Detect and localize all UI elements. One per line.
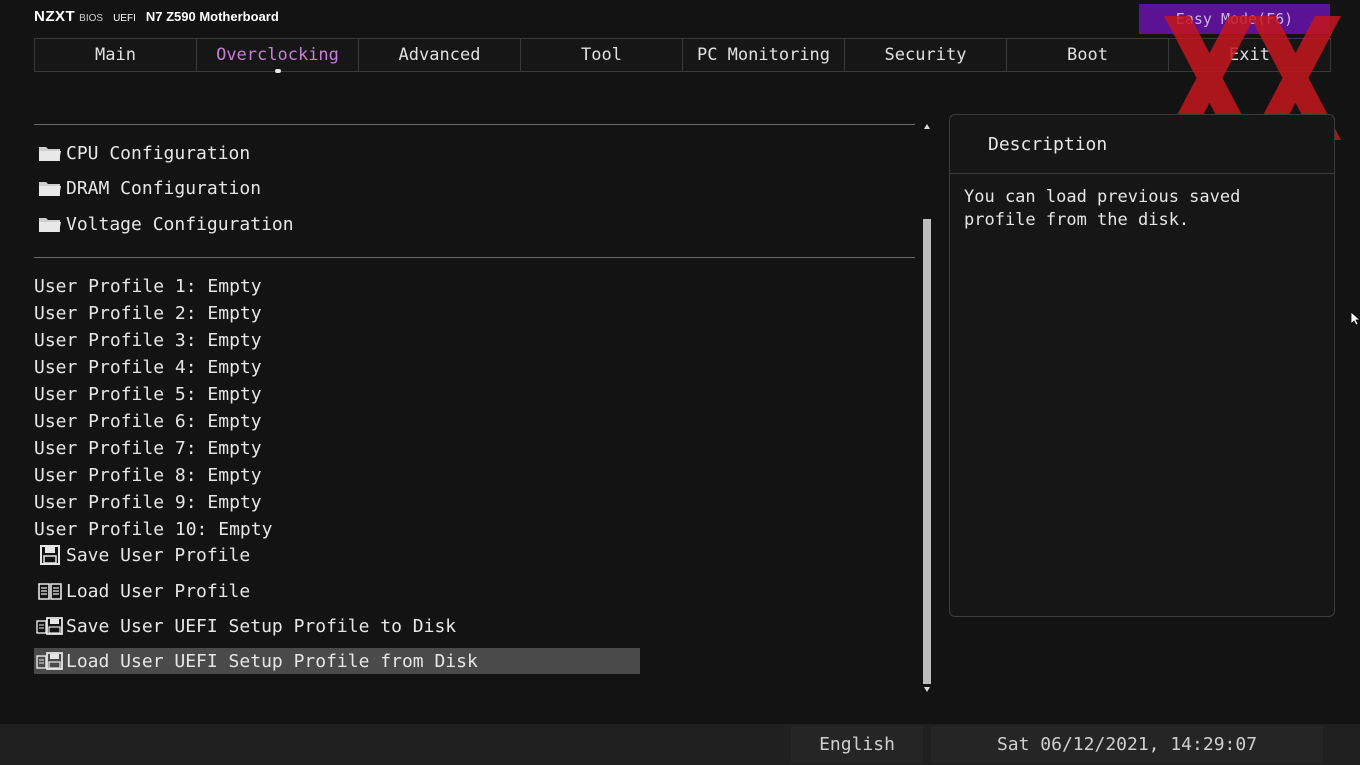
tab-label: Main bbox=[95, 45, 136, 65]
easy-mode-button[interactable]: Easy Mode(F6) bbox=[1139, 4, 1330, 34]
menu-item-label: Save User UEFI Setup Profile to Disk bbox=[66, 615, 457, 637]
scrollbar[interactable] bbox=[921, 121, 933, 695]
tab-boot[interactable]: Boot bbox=[1007, 39, 1169, 71]
menu-item-label: DRAM Configuration bbox=[66, 177, 262, 199]
disk-transfer-icon bbox=[34, 614, 66, 638]
tab-main[interactable]: Main bbox=[35, 39, 197, 71]
floppy-disk-icon bbox=[34, 543, 66, 567]
user-profile-item[interactable]: User Profile 3: Empty bbox=[34, 327, 262, 353]
menu-item-label: User Profile 8: Empty bbox=[34, 464, 262, 486]
disk-transfer-icon bbox=[34, 649, 66, 673]
bios-label: BIOS bbox=[79, 13, 104, 24]
scroll-up-arrow-icon[interactable] bbox=[924, 124, 930, 129]
tab-exit[interactable]: Exit bbox=[1169, 39, 1330, 71]
user-profile-item[interactable]: User Profile 6: Empty bbox=[34, 408, 262, 434]
active-tab-indicator bbox=[275, 69, 281, 73]
tab-advanced[interactable]: Advanced bbox=[359, 39, 521, 71]
scroll-down-arrow-icon[interactable] bbox=[924, 687, 930, 692]
user-profile-item[interactable]: User Profile 8: Empty bbox=[34, 462, 262, 488]
mouse-cursor-icon bbox=[1351, 312, 1360, 326]
action-item[interactable]: Save User Profile bbox=[34, 542, 250, 568]
action-item[interactable]: Save User UEFI Setup Profile to Disk bbox=[34, 613, 456, 639]
nzxt-logo: NZXT bbox=[34, 8, 76, 25]
menu-item-label: Save User Profile bbox=[66, 544, 251, 566]
scroll-thumb[interactable] bbox=[923, 219, 931, 684]
user-profile-item[interactable]: User Profile 10: Empty bbox=[34, 516, 272, 542]
top-bar: NZXT BIOS UEFI N7 Z590 Motherboard Easy … bbox=[0, 0, 1360, 36]
tab-label: Security bbox=[884, 45, 967, 65]
user-profile-item[interactable]: User Profile 4: Empty bbox=[34, 354, 262, 380]
menu-item-label: User Profile 1: Empty bbox=[34, 275, 262, 297]
menu-item-label: User Profile 2: Empty bbox=[34, 302, 262, 324]
description-text: You can load previous saved profile from… bbox=[964, 187, 1241, 230]
date-time: Sat 06/12/2021, 14:29:07 bbox=[931, 726, 1323, 763]
menu-item-label: User Profile 10: Empty bbox=[34, 518, 273, 540]
tab-label: Advanced bbox=[398, 45, 481, 65]
menu-item-label: Load User UEFI Setup Profile from Disk bbox=[66, 650, 478, 672]
tab-tool[interactable]: Tool bbox=[521, 39, 683, 71]
user-profile-item[interactable]: User Profile 1: Empty bbox=[34, 273, 262, 299]
menu-item-label: User Profile 3: Empty bbox=[34, 329, 262, 351]
user-profile-item[interactable]: User Profile 2: Empty bbox=[34, 300, 262, 326]
user-profile-item[interactable]: User Profile 9: Empty bbox=[34, 489, 262, 515]
description-title: Description bbox=[950, 115, 1334, 174]
config-item[interactable]: Voltage Configuration bbox=[34, 211, 294, 237]
tab-security[interactable]: Security bbox=[845, 39, 1007, 71]
tab-overclocking[interactable]: Overclocking bbox=[197, 39, 359, 73]
section-divider bbox=[34, 257, 915, 258]
uefi-label: UEFI bbox=[113, 13, 136, 24]
folder-icon bbox=[34, 176, 66, 200]
action-item[interactable]: Load User UEFI Setup Profile from Disk bbox=[34, 648, 640, 674]
menu-item-label: Voltage Configuration bbox=[66, 213, 294, 235]
folder-icon bbox=[34, 212, 66, 236]
config-item[interactable]: CPU Configuration bbox=[34, 140, 250, 166]
tab-label: Exit bbox=[1229, 45, 1270, 65]
brand: NZXT BIOS UEFI N7 Z590 Motherboard bbox=[34, 8, 279, 25]
tab-label: Boot bbox=[1067, 45, 1108, 65]
menu-item-label: User Profile 4: Empty bbox=[34, 356, 262, 378]
description-panel: Description You can load previous saved … bbox=[949, 114, 1335, 617]
motherboard-model: N7 Z590 Motherboard bbox=[145, 9, 279, 24]
footer-bar: English Sat 06/12/2021, 14:29:07 bbox=[0, 724, 1360, 765]
language-selector[interactable]: English bbox=[791, 726, 923, 763]
main-tabs: Main Overclocking Advanced Tool PC Monitorin… bbox=[34, 38, 1331, 73]
menu-item-label: User Profile 5: Empty bbox=[34, 383, 262, 405]
top-divider bbox=[34, 124, 915, 125]
user-profile-item[interactable]: User Profile 5: Empty bbox=[34, 381, 262, 407]
open-book-icon bbox=[34, 579, 66, 603]
tab-label: Tool bbox=[581, 45, 622, 65]
tab-pc-monitoring[interactable]: PC Monitoring bbox=[683, 39, 845, 71]
menu-item-label: User Profile 7: Empty bbox=[34, 437, 262, 459]
user-profile-item[interactable]: User Profile 7: Empty bbox=[34, 435, 262, 461]
tab-label: Overclocking bbox=[216, 45, 339, 65]
folder-icon bbox=[34, 141, 66, 165]
menu-item-label: User Profile 9: Empty bbox=[34, 491, 262, 513]
menu-item-label: User Profile 6: Empty bbox=[34, 410, 262, 432]
action-item[interactable]: Load User Profile bbox=[34, 578, 250, 604]
config-item[interactable]: DRAM Configuration bbox=[34, 175, 261, 201]
menu-item-label: Load User Profile bbox=[66, 580, 251, 602]
tab-label: PC Monitoring bbox=[696, 45, 831, 65]
menu-item-label: CPU Configuration bbox=[66, 142, 251, 164]
